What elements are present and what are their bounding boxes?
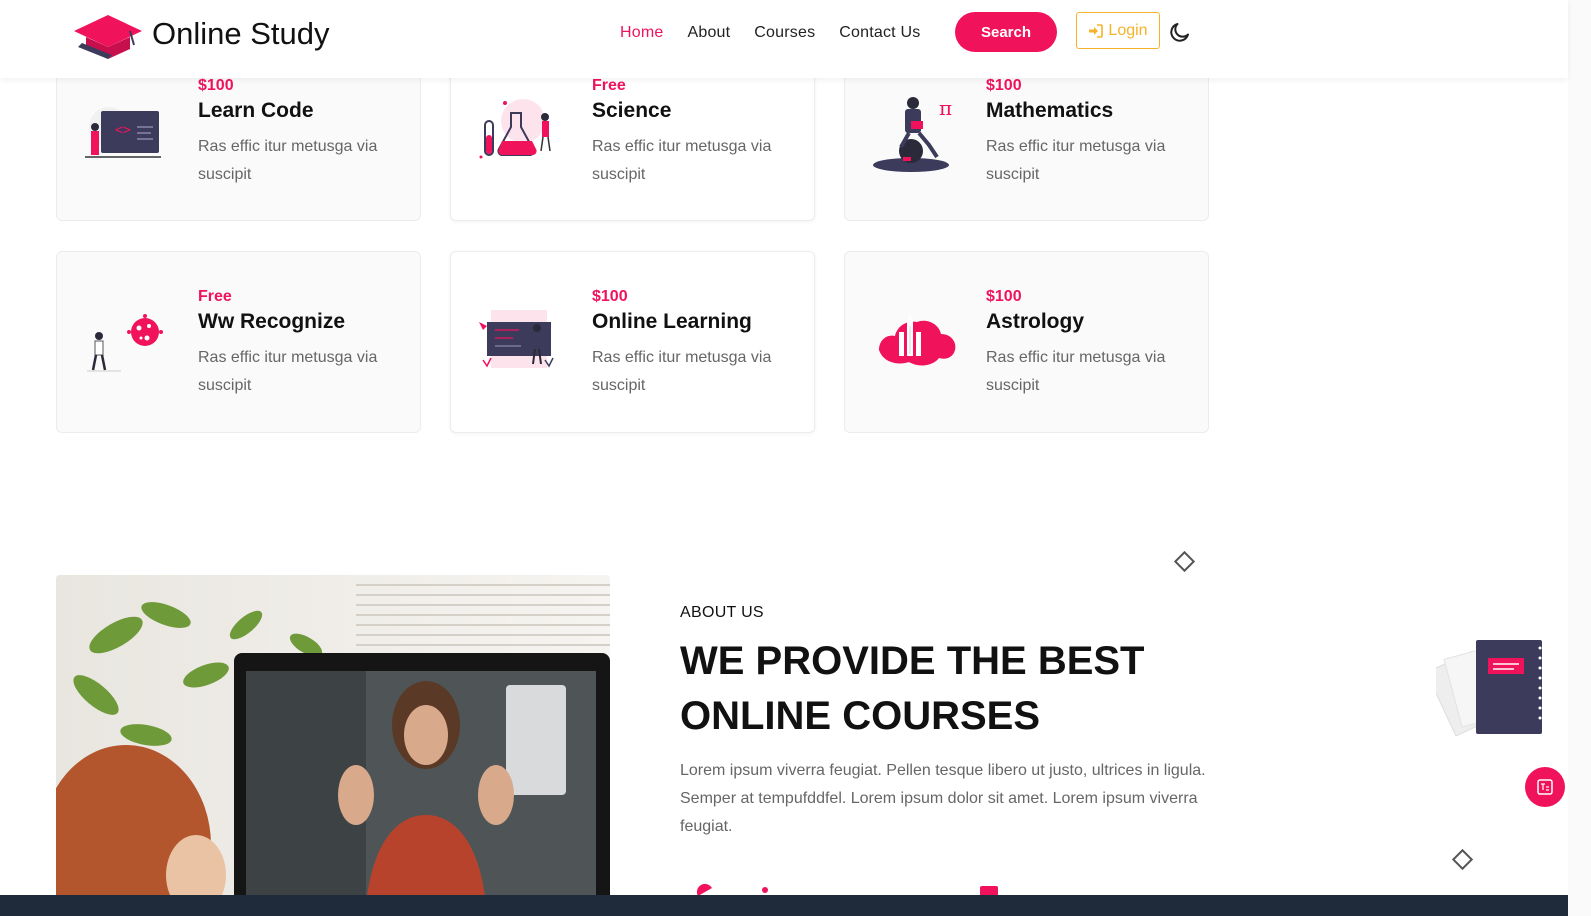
course-title: Learn Code (198, 99, 314, 122)
graduation-cap-icon (74, 15, 142, 59)
nav-about[interactable]: About (687, 24, 730, 42)
course-description: Ras effic itur metusga via suscipit (986, 138, 1166, 183)
about-label: ABOUT US (680, 604, 764, 621)
course-title: Online Learning (592, 310, 752, 333)
online-board-illustration-icon (479, 310, 554, 368)
course-title: Astrology (986, 310, 1085, 333)
course-price: $100 (592, 288, 628, 305)
nav-courses[interactable]: Courses (754, 24, 815, 42)
course-card-online-learning[interactable]: $100 Online Learning Ras effic itur metu… (450, 251, 815, 433)
page-scrollbar[interactable] (1568, 0, 1591, 916)
brand-name: Online Study (152, 16, 330, 51)
math-reader-illustration-icon: π (873, 96, 952, 172)
brand-logo[interactable]: Online Study (72, 9, 330, 59)
sign-in-icon (1089, 23, 1104, 38)
dark-mode-toggle-icon[interactable] (1168, 20, 1192, 44)
course-description: Ras effic itur metusga via suscipit (198, 138, 378, 183)
course-price: Free (198, 288, 232, 305)
nav-contact[interactable]: Contact Us (839, 24, 920, 42)
course-description: Ras effic itur metusga via suscipit (592, 349, 772, 394)
rocket-cloud-illustration-icon (879, 314, 956, 366)
course-price: $100 (198, 77, 234, 94)
login-button[interactable]: Login (1076, 12, 1160, 49)
svg-text:π: π (939, 96, 952, 120)
decor-diamond-icon (1451, 848, 1474, 871)
floating-action-button[interactable] (1525, 767, 1565, 807)
course-price: $100 (986, 77, 1022, 94)
science-flask-illustration-icon (479, 99, 551, 159)
code-screen-illustration-icon: <> (85, 107, 161, 158)
about-description: Lorem ipsum viverra feugiat. Pellen tesq… (680, 762, 1206, 835)
course-description: Ras effic itur metusga via suscipit (986, 349, 1166, 394)
course-card-astrology[interactable]: $100 Astrology Ras effic itur metusga vi… (844, 251, 1209, 433)
course-title: Mathematics (986, 99, 1114, 122)
course-description: Ras effic itur metusga via suscipit (592, 138, 772, 183)
decor-diamond-icon (1173, 550, 1196, 573)
notebook-decor-icon (1436, 640, 1542, 736)
site-header: Online Study Home About Courses Contact … (0, 0, 1568, 78)
course-price: Free (592, 77, 626, 94)
main-nav: Home About Courses Contact Us (620, 24, 920, 42)
course-title: Ww Recognize (198, 310, 346, 333)
virus-recognize-illustration-icon (87, 314, 163, 372)
course-price: $100 (986, 288, 1022, 305)
bottom-decor-icons (696, 883, 998, 896)
about-heading: WE PROVIDE THE BEST ONLINE COURSES (680, 639, 1145, 738)
course-card-ww-recognize[interactable]: Free Ww Recognize Ras effic itur metusga… (56, 251, 421, 433)
bottom-bar (0, 895, 1568, 916)
login-label: Login (1108, 21, 1148, 39)
nav-home[interactable]: Home (620, 24, 663, 42)
course-description: Ras effic itur metusga via suscipit (198, 349, 378, 394)
course-title: Science (592, 99, 672, 122)
search-button[interactable]: Search (955, 12, 1057, 52)
about-photo (56, 575, 610, 905)
svg-text:<>: <> (115, 123, 131, 138)
translate-icon (1537, 779, 1553, 795)
video-call-photo (56, 575, 610, 905)
